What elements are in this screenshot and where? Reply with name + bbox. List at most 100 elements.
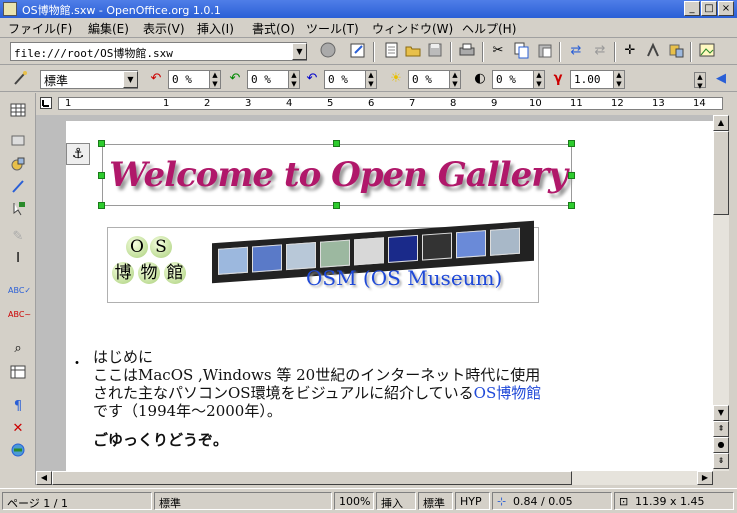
stop-icon[interactable] (318, 41, 338, 61)
tab-stop-selector[interactable] (40, 97, 52, 109)
auto-spellcheck-icon[interactable]: ABC~ (8, 305, 31, 325)
page-style-indicator[interactable]: 標準 (154, 492, 332, 510)
document-page[interactable]: ⚓ Welcome to Open Gallery O S 博 物 館 OSM … (66, 121, 713, 471)
form-functions-icon[interactable] (8, 199, 28, 219)
spellcheck-icon[interactable]: ABC✓ (8, 281, 31, 301)
vertical-scroll-thumb[interactable] (713, 131, 729, 215)
formatting-marks-icon[interactable]: ¶ (8, 397, 28, 417)
red-field[interactable]: 0 % (168, 70, 210, 89)
blue-field[interactable]: 0 % (324, 70, 366, 89)
menu-help[interactable]: ヘルプ(H) (462, 20, 516, 37)
insert-fields-icon[interactable] (8, 131, 28, 151)
selection-mode-indicator[interactable]: 標準 (418, 492, 453, 510)
status-bar: ページ 1 / 1 標準 100% 挿入 標準 HYP ⊹ 0.84 / 0.0… (0, 488, 737, 513)
horizontal-scroll-thumb[interactable] (52, 471, 572, 485)
graphics-mode-dropdown-arrow[interactable]: ▼ (123, 71, 138, 88)
hyperlink-mode-indicator[interactable]: HYP (455, 492, 490, 510)
vertical-scrollbar[interactable]: ▲ ▼ ⇞ ● ⇟ (713, 115, 729, 471)
toolbar-separator (559, 42, 561, 62)
url-dropdown-arrow[interactable]: ▼ (292, 43, 307, 60)
body-line-2: された主なパソコンOS環境をビジュアルに紹介しているOS博物館 (93, 384, 541, 402)
brightness-spinner[interactable]: ▲ ▼ (449, 70, 461, 89)
graphics-off-icon[interactable]: ✕ (8, 419, 28, 439)
redo-icon[interactable]: ⇄ (590, 41, 610, 61)
gallery-icon[interactable] (697, 41, 717, 61)
contrast-field[interactable]: 0 % (492, 70, 534, 89)
resize-handle[interactable] (568, 172, 575, 179)
welcome-logo-image[interactable]: Welcome to Open Gallery (102, 144, 572, 206)
osm-link[interactable]: OS博物館 (474, 384, 542, 402)
blue-spinner[interactable]: ▲ ▼ (365, 70, 377, 89)
horizontal-ruler[interactable]: 1 1 2 3 4 5 6 7 8 9 10 11 12 13 14 (36, 93, 723, 115)
menu-format[interactable]: 書式(O) (252, 20, 295, 37)
gamma-field[interactable]: 1.00 (570, 70, 614, 89)
menu-window[interactable]: ウィンドウ(W) (372, 20, 453, 37)
text-cursor-icon[interactable]: I (8, 249, 28, 269)
document-area[interactable]: ⚓ Welcome to Open Gallery O S 博 物 館 OSM … (36, 115, 713, 471)
image-filter-icon[interactable] (10, 69, 30, 89)
menu-insert[interactable]: 挿入(I) (197, 20, 234, 37)
menu-view[interactable]: 表示(V) (143, 20, 185, 37)
maximize-button[interactable]: □ (701, 1, 717, 16)
contrast-icon: ◐ (474, 71, 486, 86)
copy-icon[interactable] (511, 41, 531, 61)
edit-file-icon[interactable] (348, 41, 368, 61)
close-button[interactable]: × (718, 1, 734, 16)
app-icon[interactable] (3, 2, 17, 16)
paste-icon[interactable] (535, 41, 555, 61)
horizontal-scrollbar[interactable]: ◀ ▶ (36, 471, 713, 485)
insert-mode-indicator[interactable]: 挿入 (376, 492, 416, 510)
previous-page-button[interactable]: ⇞ (713, 421, 729, 437)
data-sources-icon[interactable] (666, 41, 686, 61)
draw-functions-icon[interactable] (8, 177, 28, 197)
data-sources-toggle-icon[interactable] (8, 363, 28, 383)
save-icon[interactable] (425, 41, 445, 61)
resize-handle[interactable] (98, 202, 105, 209)
green-field[interactable]: 0 % (247, 70, 289, 89)
next-page-button[interactable]: ⇟ (713, 453, 729, 469)
green-spinner[interactable]: ▲ ▼ (288, 70, 300, 89)
scroll-up-button[interactable]: ▲ (713, 115, 729, 131)
resize-handle[interactable] (333, 140, 340, 147)
film-frame (388, 234, 418, 263)
red-spinner[interactable]: ▲ ▼ (209, 70, 221, 89)
url-field[interactable]: file:///root/OS博物館.sxw (10, 42, 307, 61)
scroll-left-button[interactable]: ◀ (36, 471, 52, 485)
scroll-down-button[interactable]: ▼ (713, 405, 729, 421)
page-indicator[interactable]: ページ 1 / 1 (2, 492, 152, 510)
toggle-objectbar-icon[interactable]: ◀ (711, 69, 731, 89)
osm-banner-image[interactable]: O S 博 物 館 OSM (OS Museum) (107, 220, 539, 303)
objectbar-scroll-up[interactable]: ▲ ▼ (694, 72, 706, 90)
edit-autotext-icon[interactable]: ✎ (8, 227, 28, 247)
open-folder-icon[interactable] (403, 41, 423, 61)
menu-file[interactable]: ファイル(F) (8, 20, 72, 37)
minimize-button[interactable]: _ (684, 1, 700, 16)
stylist-icon[interactable] (643, 41, 663, 61)
find-replace-icon[interactable]: ⌕ (8, 339, 28, 359)
print-icon[interactable] (457, 41, 477, 61)
green-icon: ↶ (229, 71, 241, 86)
resize-handle[interactable] (98, 172, 105, 179)
resize-handle[interactable] (98, 140, 105, 147)
online-layout-icon[interactable] (8, 441, 28, 461)
resize-handle[interactable] (568, 202, 575, 209)
insert-table-icon[interactable] (8, 101, 28, 121)
resize-handle[interactable] (333, 202, 340, 209)
banner-kanji-1: 博 (112, 262, 134, 284)
insert-objects-icon[interactable] (8, 155, 28, 175)
film-frame (490, 227, 520, 256)
scroll-right-button[interactable]: ▶ (697, 471, 713, 485)
new-document-icon[interactable] (381, 41, 401, 61)
navigation-button[interactable]: ● (713, 437, 729, 453)
undo-icon[interactable]: ⇄ (566, 41, 586, 61)
anchor-icon[interactable]: ⚓ (66, 143, 90, 165)
menu-edit[interactable]: 編集(E) (88, 20, 129, 37)
zoom-indicator[interactable]: 100% (334, 492, 374, 510)
resize-handle[interactable] (568, 140, 575, 147)
gamma-spinner[interactable]: ▲ ▼ (613, 70, 625, 89)
menu-tools[interactable]: ツール(T) (306, 20, 359, 37)
brightness-field[interactable]: 0 % (408, 70, 450, 89)
navigator-icon[interactable]: ✛ (620, 41, 640, 61)
cut-icon[interactable]: ✂ (488, 41, 508, 61)
contrast-spinner[interactable]: ▲ ▼ (533, 70, 545, 89)
